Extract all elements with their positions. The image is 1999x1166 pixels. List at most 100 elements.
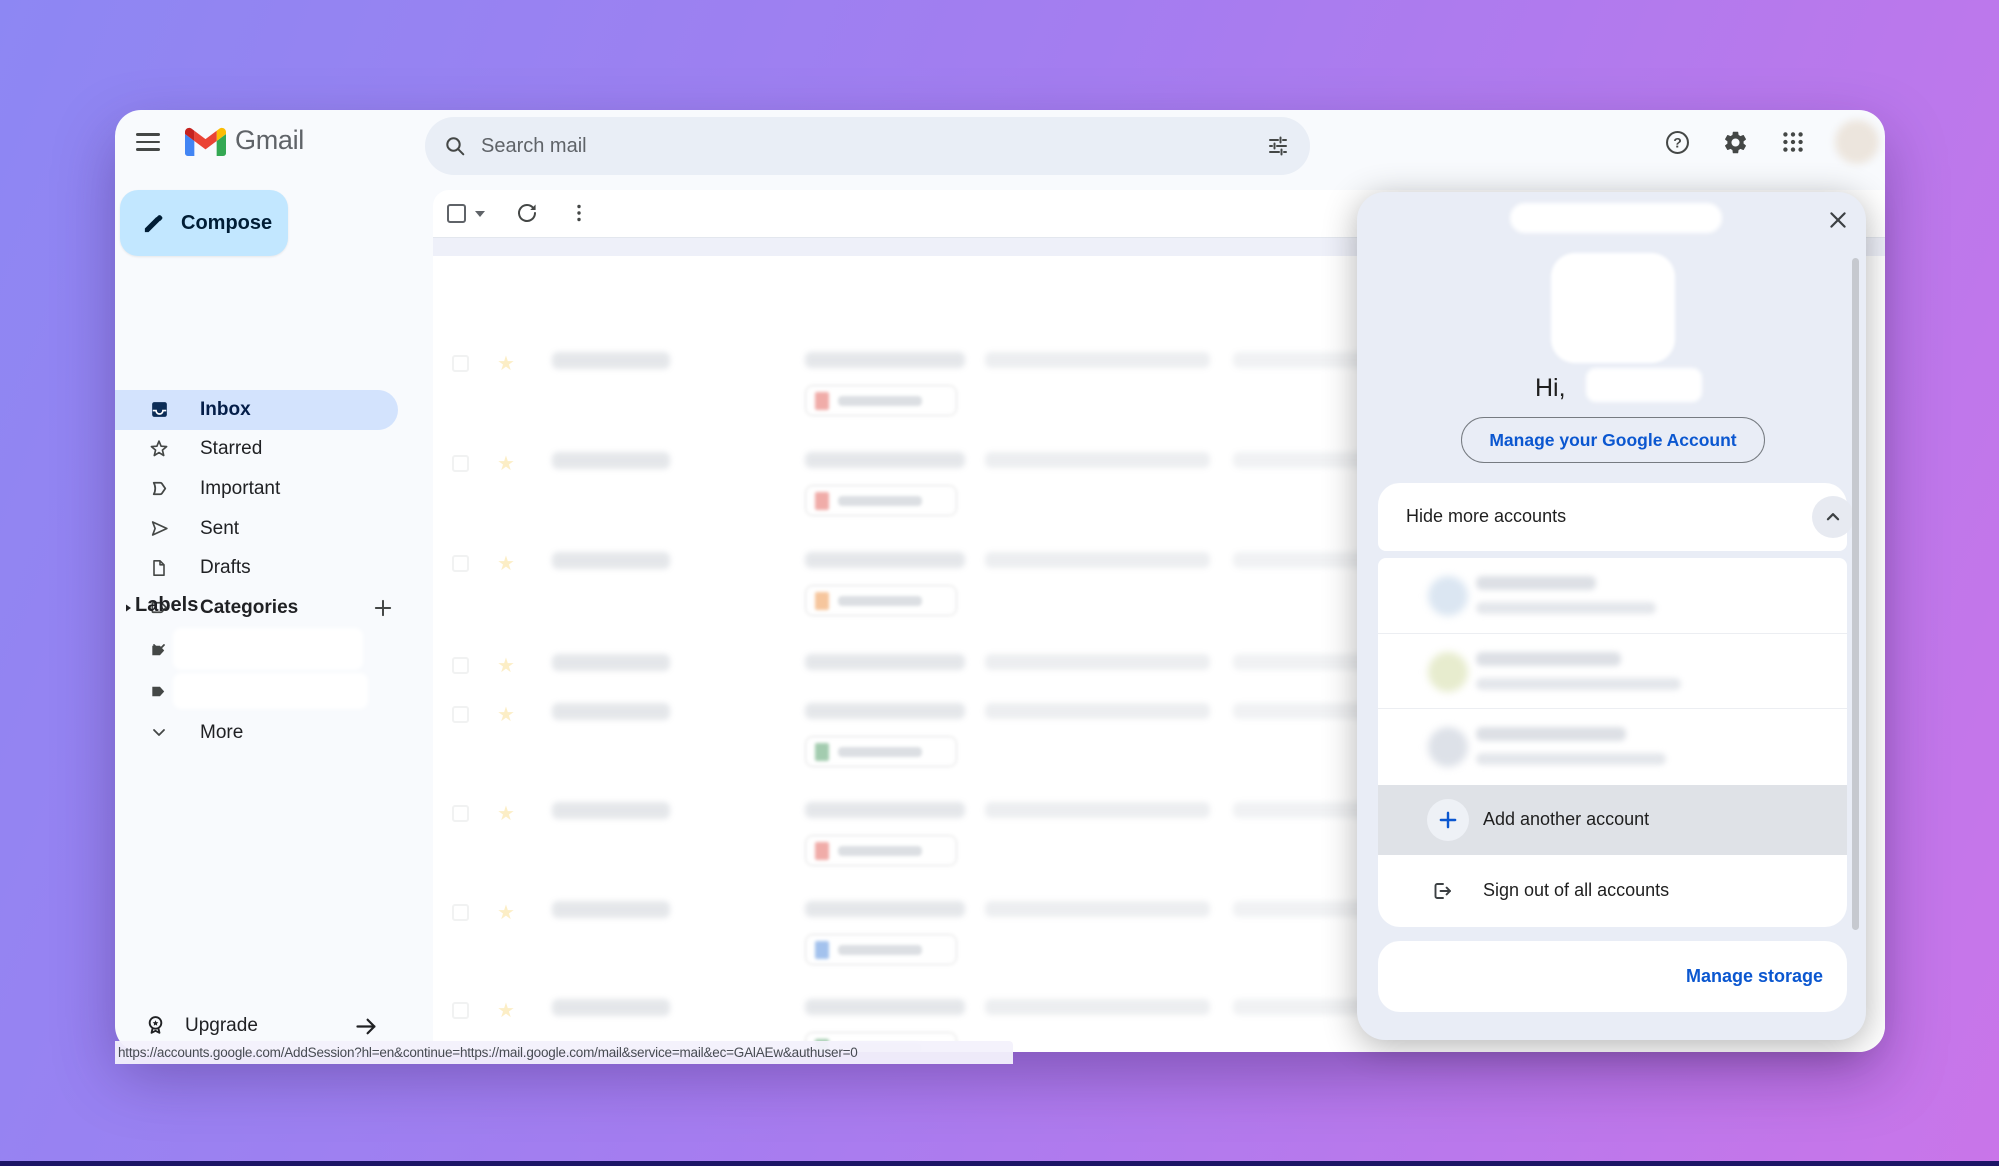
popup-scrollbar[interactable] bbox=[1852, 258, 1859, 930]
row-checkbox-ghost bbox=[452, 1002, 469, 1019]
row-checkbox-ghost bbox=[452, 904, 469, 921]
screenshot-stage: Gmail ? bbox=[0, 0, 1999, 1166]
gmail-logo: Gmail bbox=[185, 125, 304, 156]
attachment-chip-redacted[interactable] bbox=[805, 385, 957, 416]
attachment-chip-redacted[interactable] bbox=[805, 485, 957, 516]
select-dropdown-caret[interactable] bbox=[475, 211, 485, 217]
label-filled-icon bbox=[149, 641, 168, 660]
label-filled-icon bbox=[149, 682, 168, 701]
sidebar-item-inbox[interactable]: Inbox bbox=[115, 390, 398, 430]
manage-storage-card: Manage storage bbox=[1378, 941, 1847, 1012]
sidebar-item-important[interactable]: Important bbox=[115, 469, 398, 509]
redacted-snippet bbox=[985, 452, 1210, 468]
redacted-sender bbox=[552, 352, 670, 369]
manage-storage-link[interactable]: Manage storage bbox=[1686, 966, 1823, 987]
select-all-checkbox[interactable] bbox=[447, 204, 466, 223]
greeting-row: Hi, bbox=[1357, 372, 1866, 408]
labels-section-header: Labels bbox=[115, 590, 398, 626]
label-item-redacted[interactable] bbox=[115, 671, 398, 713]
account-row-redacted[interactable] bbox=[1378, 634, 1847, 710]
arrow-right-icon bbox=[353, 1013, 380, 1040]
svg-text:?: ? bbox=[1673, 134, 1682, 150]
inbox-icon bbox=[148, 399, 170, 421]
redacted-attachment-name bbox=[838, 496, 922, 506]
header-actions: ? bbox=[1655, 120, 1879, 164]
search-input[interactable] bbox=[481, 135, 1266, 158]
attachment-chip-redacted[interactable] bbox=[805, 736, 957, 767]
sign-out-all-row[interactable]: Sign out of all accounts bbox=[1378, 855, 1847, 927]
sidebar-item-sent[interactable]: Sent bbox=[115, 509, 398, 549]
chevron-up-icon[interactable] bbox=[1812, 496, 1854, 538]
labels-more-label: More bbox=[200, 722, 243, 744]
hamburger-icon[interactable] bbox=[133, 128, 163, 156]
attachment-icon bbox=[815, 592, 829, 610]
row-star-ghost: ★ bbox=[497, 351, 515, 376]
redacted-subject bbox=[805, 901, 965, 917]
compose-button[interactable]: Compose bbox=[120, 190, 288, 256]
redacted-snippet bbox=[985, 901, 1210, 917]
row-star-ghost: ★ bbox=[497, 900, 515, 925]
attachment-chip-redacted[interactable] bbox=[805, 585, 957, 616]
hide-more-accounts-label: Hide more accounts bbox=[1406, 506, 1566, 527]
bottom-edge-strip bbox=[0, 1161, 1999, 1166]
close-icon[interactable] bbox=[1822, 204, 1854, 236]
search-bar[interactable] bbox=[425, 117, 1310, 175]
sidebar-item-label: Inbox bbox=[200, 399, 251, 421]
help-icon[interactable]: ? bbox=[1655, 120, 1699, 164]
row-checkbox-ghost bbox=[452, 706, 469, 723]
sidebar-item-drafts[interactable]: Drafts bbox=[115, 548, 398, 588]
label-item-redacted[interactable] bbox=[115, 630, 398, 672]
attachment-chip-redacted[interactable] bbox=[805, 835, 957, 866]
labels-more[interactable]: More bbox=[115, 714, 398, 754]
redacted-subject bbox=[805, 999, 965, 1015]
profile-avatar[interactable] bbox=[1835, 120, 1879, 164]
browser-status-bar: https://accounts.google.com/AddSession?h… bbox=[115, 1041, 1013, 1064]
redacted-account-email bbox=[1476, 602, 1656, 614]
attachment-icon bbox=[815, 842, 829, 860]
redacted-attachment-name bbox=[838, 945, 922, 955]
redacted-sender bbox=[552, 901, 670, 918]
settings-gear-icon[interactable] bbox=[1713, 120, 1757, 164]
redacted-attachment-name bbox=[838, 846, 922, 856]
row-star-ghost: ★ bbox=[497, 801, 515, 826]
account-row-redacted[interactable] bbox=[1378, 558, 1847, 634]
sign-out-label: Sign out of all accounts bbox=[1483, 880, 1669, 901]
other-accounts-list bbox=[1378, 558, 1847, 785]
important-marker-icon bbox=[148, 478, 170, 500]
redacted-profile-photo[interactable] bbox=[1551, 253, 1675, 363]
refresh-icon[interactable] bbox=[515, 201, 539, 225]
sidebar-item-starred[interactable]: Starred bbox=[115, 430, 398, 470]
tune-icon[interactable] bbox=[1266, 134, 1290, 158]
compose-label: Compose bbox=[181, 212, 272, 235]
attachment-icon bbox=[815, 392, 829, 410]
redacted-sender bbox=[552, 654, 670, 671]
manage-google-account-button[interactable]: Manage your Google Account bbox=[1461, 417, 1765, 463]
more-vert-icon[interactable] bbox=[567, 201, 591, 225]
add-account-label: Add another account bbox=[1483, 809, 1649, 830]
upgrade-label: Upgrade bbox=[185, 1015, 258, 1037]
apps-grid-icon[interactable] bbox=[1771, 120, 1815, 164]
hide-more-accounts-row[interactable]: Hide more accounts bbox=[1378, 483, 1847, 551]
add-another-account-row[interactable]: Add another account bbox=[1378, 785, 1847, 855]
chevron-down-icon bbox=[151, 724, 167, 740]
plus-icon[interactable] bbox=[367, 592, 399, 624]
account-row-redacted[interactable] bbox=[1378, 709, 1847, 785]
redacted-sender bbox=[552, 999, 670, 1016]
attachment-icon bbox=[815, 941, 829, 959]
redacted-sender bbox=[552, 552, 670, 569]
row-star-ghost: ★ bbox=[497, 451, 515, 476]
redacted-subject bbox=[805, 802, 965, 818]
gmail-m-logo-icon bbox=[185, 125, 226, 156]
redacted-label-text bbox=[173, 628, 363, 670]
row-star-ghost: ★ bbox=[497, 702, 515, 727]
badge-seal-icon bbox=[143, 1013, 168, 1038]
pencil-icon bbox=[142, 212, 165, 235]
redacted-snippet bbox=[985, 999, 1210, 1015]
send-icon bbox=[148, 518, 170, 540]
row-star-ghost: ★ bbox=[497, 551, 515, 576]
row-checkbox-ghost bbox=[452, 355, 469, 372]
redacted-greeting-name bbox=[1586, 368, 1702, 402]
redacted-attachment-name bbox=[838, 396, 922, 406]
attachment-chip-redacted[interactable] bbox=[805, 934, 957, 965]
redacted-snippet bbox=[985, 703, 1210, 719]
